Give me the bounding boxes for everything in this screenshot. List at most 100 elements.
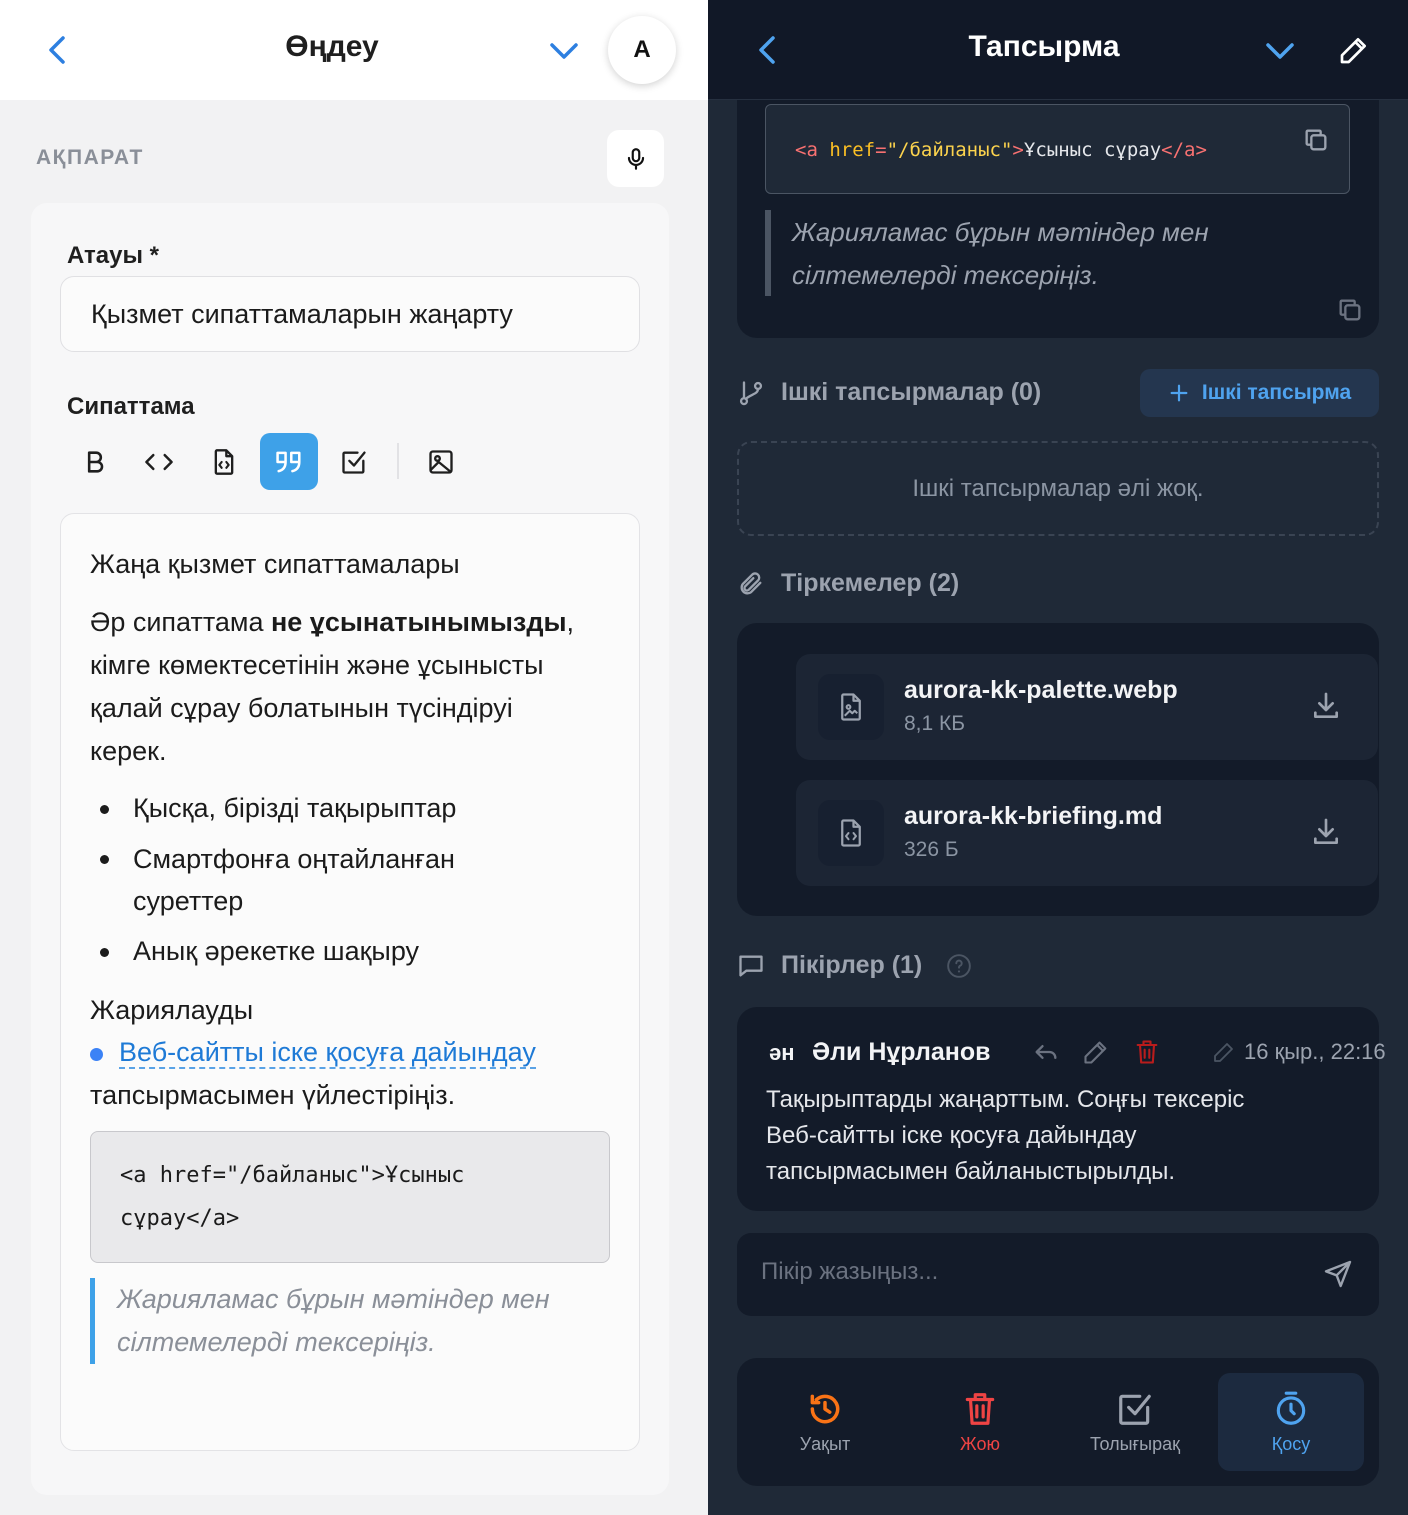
add-button[interactable]: Қосу <box>1218 1373 1364 1471</box>
copy-code-button[interactable] <box>1302 126 1330 154</box>
avatar[interactable]: A <box>608 16 676 84</box>
code-punct: = <box>875 139 887 161</box>
history-icon <box>810 1394 840 1423</box>
subtasks-heading: Ішкі тапсырмалар (0) <box>737 378 1041 407</box>
list-item: Анық әрекетке шақыру <box>133 936 420 966</box>
delete-button[interactable]: Жою <box>907 1373 1053 1471</box>
code-line: сұрау</a> <box>120 1206 240 1231</box>
paragraph-bold-text: не ұсынатынымызды <box>270 607 567 637</box>
code-tag: </a> <box>1161 139 1207 161</box>
subtasks-title: Ішкі тапсырмалар (0) <box>781 378 1042 406</box>
checklist-button[interactable] <box>325 433 383 490</box>
add-subtask-button[interactable]: Ішкі тапсырма <box>1140 369 1379 417</box>
attachment-size: 8,1 КБ <box>904 712 966 735</box>
download-icon <box>1314 692 1338 718</box>
code-file-icon <box>214 448 234 475</box>
details-button[interactable]: Толығырақ <box>1062 1373 1208 1471</box>
attachment-size: 326 Б <box>904 838 959 861</box>
download-button[interactable] <box>1310 690 1342 722</box>
subtasks-empty-state: Ішкі тапсырмалар әлі жоқ. <box>737 441 1379 536</box>
checkbox-icon <box>1119 1394 1151 1425</box>
editor-heading: Жаңа қызмет сипаттамалары <box>90 549 460 579</box>
code-punct: " <box>886 139 899 161</box>
description-preview <box>737 60 1379 338</box>
time-button[interactable]: Уақыт <box>752 1373 898 1471</box>
file-icon-tile <box>818 674 884 740</box>
collapse-button[interactable] <box>1262 36 1298 66</box>
quote-bar <box>90 1278 95 1364</box>
timer-icon <box>1276 1391 1306 1425</box>
reply-icon <box>1035 1045 1057 1059</box>
delete-comment-button[interactable] <box>1133 1038 1161 1066</box>
task-link[interactable]: Веб-сайтты іске қосуға дайындау <box>119 1031 536 1074</box>
quote-icon <box>276 451 301 472</box>
toolbar-divider <box>397 443 399 479</box>
comment-author-initials: ән <box>769 1040 795 1065</box>
section-label: АҚПАРАТ <box>36 146 144 169</box>
comment-date: 16 қыр., 22:16 <box>1212 1039 1386 1065</box>
title-label: Атауы * <box>67 242 159 269</box>
copy-quote-button[interactable] <box>1336 296 1364 324</box>
comment-date-text: 16 қыр., 22:16 <box>1244 1039 1386 1064</box>
download-icon <box>1314 818 1338 844</box>
editor-paragraph-line: керек. <box>90 736 167 766</box>
quote-bar <box>765 210 771 296</box>
bold-button[interactable] <box>66 433 124 490</box>
image-icon <box>429 449 453 474</box>
bullet-dot <box>100 805 109 814</box>
empty-text: Ішкі тапсырмалар әлі жоқ. <box>912 474 1204 502</box>
voice-input-button[interactable] <box>607 130 664 187</box>
code-tag: <a <box>795 139 818 161</box>
collapse-button[interactable] <box>546 36 582 66</box>
download-button[interactable] <box>1310 816 1342 848</box>
image-file-icon <box>841 693 861 721</box>
quote-line: Жарияламас бұрын мәтіндер мен <box>792 217 1209 247</box>
edit-panel: Өңдеу A АҚПАРАТ Атауы * Қызмет сипаттама… <box>0 0 708 1515</box>
paragraph-text: Әр сипаттама <box>90 607 271 637</box>
attachment-name: aurora-kk-palette.webp <box>904 676 1178 704</box>
editor-paragraph-line: қалай сұрау болатынын түсіндіруі <box>90 693 513 723</box>
checkbox-icon <box>342 451 366 474</box>
attachments-card: aurora-kk-palette.webp 8,1 КБ aurora-kk-… <box>737 623 1379 916</box>
bold-icon <box>87 450 104 473</box>
microphone-icon <box>627 147 644 170</box>
attachment-item[interactable]: aurora-kk-briefing.md 326 Б <box>796 780 1378 886</box>
trash-icon <box>1136 1040 1158 1064</box>
edit-comment-button[interactable] <box>1082 1038 1110 1066</box>
bullet-dot <box>100 855 109 864</box>
attachment-item[interactable]: aurora-kk-palette.webp 8,1 КБ <box>796 654 1378 760</box>
title-input-value: Қызмет сипаттамаларын жаңарту <box>91 298 513 329</box>
editor-paragraph-line: кімге көмектесетінін және ұсынысты <box>90 650 544 680</box>
comment-text-line: Веб-сайтты іске қосуға дайындау <box>766 1122 1137 1149</box>
edit-button[interactable] <box>1338 34 1370 66</box>
list-item: суреттер <box>133 886 244 916</box>
code-block-button[interactable] <box>195 433 253 490</box>
code-block <box>90 1131 610 1263</box>
code-attr: href <box>829 139 876 161</box>
comment-text-line: Тақырыптарды жаңарттым. Соңғы тексеріс <box>766 1086 1245 1113</box>
help-icon[interactable] <box>946 953 972 979</box>
quote-line: сілтемелерді тексеріңіз. <box>117 1327 436 1357</box>
quote-button[interactable] <box>260 433 318 490</box>
task-link-text: Веб-сайтты іске қосуға дайындау <box>119 1037 536 1069</box>
code-file-icon <box>841 819 861 847</box>
editor-paragraph-line: тапсырмасымен үйлестіріңіз. <box>90 1080 456 1110</box>
editor-paragraph-line: Әр сипаттама не ұсынатынымызды, <box>90 601 574 644</box>
editor-paragraph-line: Жариялауды <box>90 995 254 1025</box>
send-icon <box>1324 1260 1352 1288</box>
send-comment-button[interactable] <box>1322 1258 1354 1290</box>
title-input[interactable]: Қызмет сипаттамаларын жаңарту <box>60 276 640 352</box>
comments-title: Пікірлер (1) <box>781 951 923 979</box>
inline-code-button[interactable] <box>130 433 188 490</box>
code-icon <box>145 453 173 470</box>
reply-button[interactable] <box>1032 1038 1060 1066</box>
attachments-heading: Тіркемелер (2) <box>737 569 959 598</box>
comment-input-placeholder: Пікір жазыңыз... <box>761 1258 939 1285</box>
code-punct: " <box>1000 139 1013 161</box>
list-item: Қысқа, бірізді тақырыптар <box>133 793 457 823</box>
attachments-title: Тіркемелер (2) <box>781 569 960 597</box>
chevron-down-icon <box>1266 43 1294 59</box>
description-label: Сипаттама <box>67 393 195 420</box>
task-header: Тапсырма <box>708 0 1408 100</box>
insert-image-button[interactable] <box>412 433 470 490</box>
